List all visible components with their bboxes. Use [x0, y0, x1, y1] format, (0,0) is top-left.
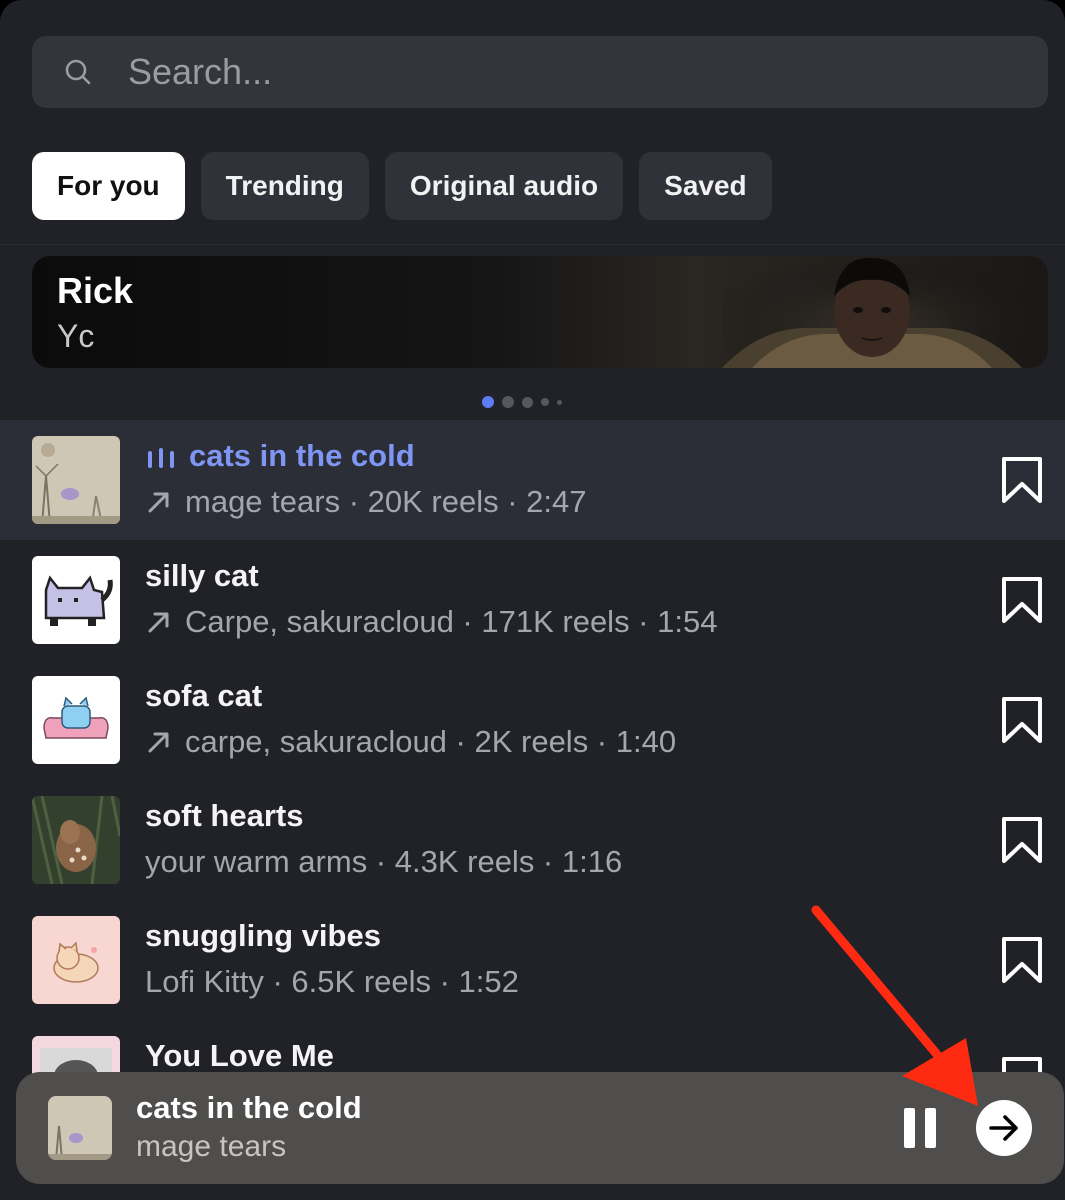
arrow-right-icon: [989, 1115, 1018, 1141]
track-name: silly cat: [145, 558, 259, 593]
track-meta-text: mage tears · 20K reels · 2:47: [185, 484, 587, 519]
track-meta: carpe, sakuracloud · 2K reels · 1:40: [145, 724, 676, 760]
trending-arrow-icon: [148, 492, 169, 513]
banner-title: Rick: [57, 270, 134, 311]
search-bar[interactable]: Search...: [32, 36, 1048, 108]
track-meta: your warm arms · 4.3K reels · 1:16: [145, 844, 622, 880]
banner-page-indicator: [482, 396, 562, 408]
track-artwork: [32, 796, 120, 884]
divider: [0, 244, 1065, 245]
track-row[interactable]: sofa cat carpe, sakuracloud · 2K reels ·…: [0, 660, 1065, 780]
bookmark-icon[interactable]: [1000, 816, 1044, 864]
track-meta: Lofi Kitty · 6.5K reels · 1:52: [145, 964, 519, 1000]
tab-for-you[interactable]: For you: [32, 152, 185, 220]
audio-picker-sheet: Search... For you Trending Original audi…: [0, 0, 1065, 1200]
banner-artist-photo: [722, 256, 1022, 368]
now-playing-artwork: [48, 1096, 112, 1160]
tab-saved[interactable]: Saved: [639, 152, 772, 220]
bookmark-icon[interactable]: [1000, 576, 1044, 624]
track-row[interactable]: snuggling vibes Lofi Kitty · 6.5K reels …: [0, 900, 1065, 1020]
track-row[interactable]: cats in the cold mage tears · 20K reels …: [0, 420, 1065, 540]
bookmark-icon[interactable]: [1000, 936, 1044, 984]
pause-button[interactable]: [902, 1108, 938, 1148]
track-row[interactable]: soft hearts your warm arms · 4.3K reels …: [0, 780, 1065, 900]
track-meta-text: Carpe, sakuracloud · 171K reels · 1:54: [185, 604, 718, 639]
trending-arrow-icon: [148, 732, 169, 753]
track-meta-text: Lofi Kitty · 6.5K reels · 1:52: [145, 964, 519, 999]
filter-tabs: For you Trending Original audio Saved: [32, 152, 772, 220]
search-icon: [65, 59, 91, 85]
page-dot: [557, 399, 562, 405]
track-artwork: [32, 436, 120, 524]
track-meta-text: your warm arms · 4.3K reels · 1:16: [145, 844, 623, 879]
page-dot: [541, 398, 549, 406]
banner-subtitle: Yc: [57, 318, 95, 354]
track-name: snuggling vibes: [145, 918, 381, 953]
track-name: cats in the cold: [189, 438, 415, 473]
page-dot: [502, 396, 514, 408]
track-name: soft hearts: [145, 798, 304, 833]
trending-arrow-icon: [148, 612, 169, 633]
track-meta: Carpe, sakuracloud · 171K reels · 1:54: [145, 604, 717, 640]
track-row[interactable]: silly cat Carpe, sakuracloud · 171K reel…: [0, 540, 1065, 660]
now-playing-equalizer-icon: [148, 448, 174, 468]
open-audio-button[interactable]: [976, 1100, 1032, 1156]
search-input[interactable]: Search...: [128, 51, 272, 93]
bookmark-icon[interactable]: [1000, 696, 1044, 744]
track-artwork: [32, 556, 120, 644]
page-dot: [522, 396, 533, 408]
featured-banner[interactable]: Rick Yc: [32, 256, 1048, 368]
tab-trending[interactable]: Trending: [200, 152, 369, 220]
now-playing-title: cats in the cold: [136, 1090, 362, 1125]
page-dot: [482, 396, 494, 408]
track-meta: mage tears · 20K reels · 2:47: [145, 484, 586, 520]
bookmark-icon[interactable]: [1000, 456, 1044, 504]
track-name: sofa cat: [145, 678, 263, 713]
mini-player[interactable]: cats in the cold mage tears: [16, 1072, 1064, 1184]
track-artwork: [32, 676, 120, 764]
now-playing-artist: mage tears: [136, 1130, 287, 1163]
track-artwork: [32, 916, 120, 1004]
track-name: You Love Me: [145, 1038, 334, 1073]
track-meta-text: carpe, sakuracloud · 2K reels · 1:40: [185, 724, 677, 759]
tab-original-audio[interactable]: Original audio: [384, 152, 624, 220]
